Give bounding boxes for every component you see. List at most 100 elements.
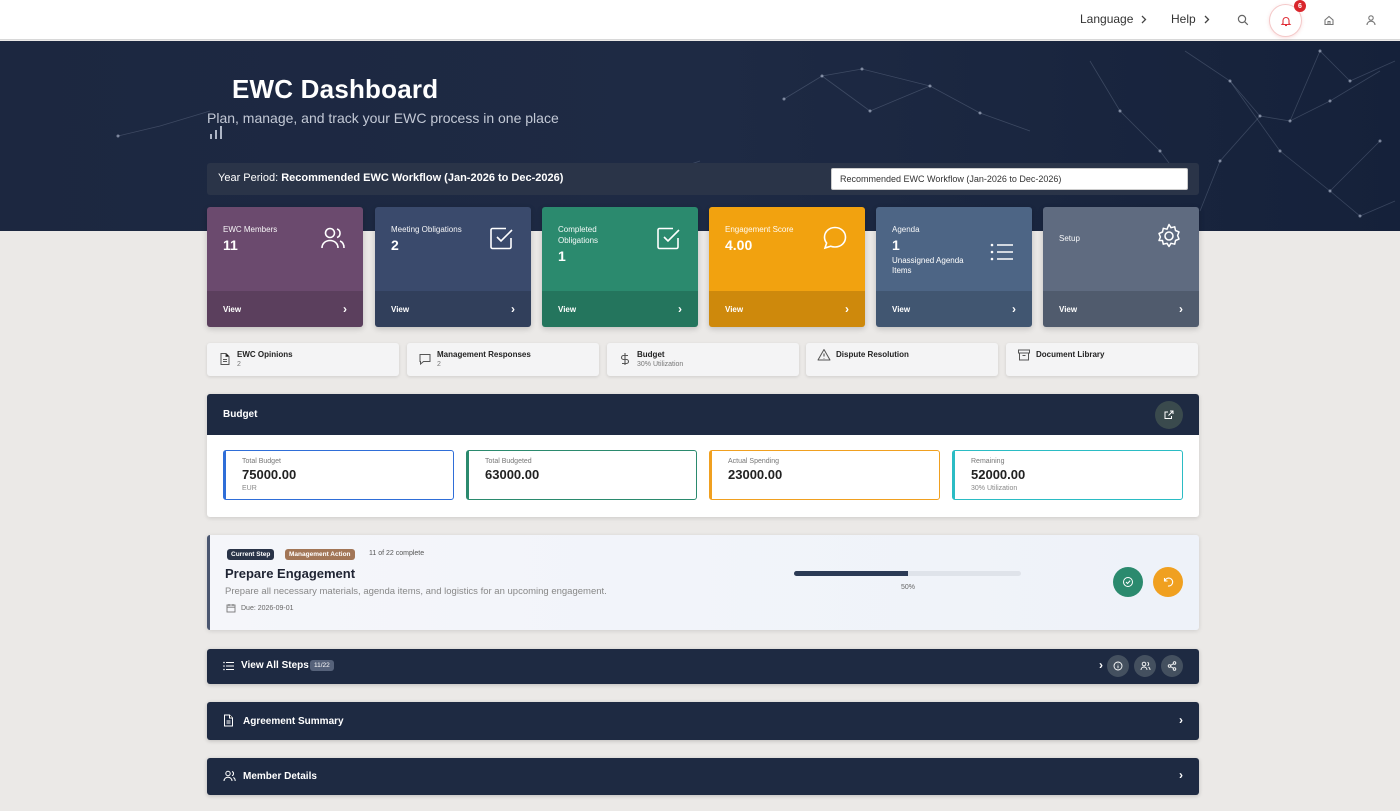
year-period-label: Year Period: Recommended EWC Workflow (J… xyxy=(218,172,563,184)
check-circle-icon xyxy=(1123,577,1133,587)
page-subtitle: Plan, manage, and track your EWC process… xyxy=(207,110,559,126)
members-button[interactable] xyxy=(1134,655,1156,677)
stat-label: Setup xyxy=(1059,234,1080,243)
chevron-right-icon xyxy=(1204,15,1210,23)
complete-step-button[interactable] xyxy=(1113,567,1143,597)
help-menu[interactable]: Help xyxy=(1171,12,1210,26)
budget-card-sub: 30% Utilization xyxy=(971,485,1018,492)
home-icon[interactable] xyxy=(1318,9,1340,31)
open-budget-button[interactable] xyxy=(1155,401,1183,429)
stat-view-button[interactable]: View › xyxy=(1043,291,1199,327)
budget-card-label: Total Budgeted xyxy=(485,458,532,465)
users-icon xyxy=(1140,661,1150,671)
notification-badge: 6 xyxy=(1294,0,1306,12)
member-details-accordion[interactable]: Member Details › xyxy=(207,758,1199,795)
step-progress-fill xyxy=(794,571,908,576)
stat-value: 2 xyxy=(391,237,399,253)
users-icon xyxy=(223,770,236,782)
budget-header: Budget xyxy=(207,394,1199,435)
quick-link-ewc-opinions[interactable]: EWC Opinions 2 xyxy=(207,343,399,376)
chevron-right-icon: › xyxy=(1179,768,1183,782)
share-button[interactable] xyxy=(1161,655,1183,677)
list-icon xyxy=(990,243,1013,261)
accordion-title: View All Steps xyxy=(241,660,309,671)
search-icon[interactable] xyxy=(1232,9,1254,31)
document-icon xyxy=(220,353,230,365)
notifications-button[interactable]: 6 xyxy=(1270,0,1306,36)
stat-value: 1 xyxy=(892,237,900,253)
quick-link-sub: 2 xyxy=(437,361,441,368)
info-icon xyxy=(1113,661,1123,671)
budget-card-label: Actual Spending xyxy=(728,458,779,465)
check-square-icon xyxy=(490,227,513,250)
stat-card-engagement-score: Engagement Score 4.00 View › xyxy=(709,207,865,327)
year-period-prefix: Year Period: xyxy=(218,172,279,184)
budget-card-value: 23000.00 xyxy=(728,467,783,482)
accordion-title: Agreement Summary xyxy=(243,716,344,727)
chevron-right-icon: › xyxy=(1099,658,1103,672)
step-due-date: Due: 2026-09-01 xyxy=(241,605,294,612)
stat-label: EWC Members xyxy=(223,225,278,234)
quick-link-sub: 2 xyxy=(237,361,241,368)
chevron-right-icon: › xyxy=(845,302,849,316)
budget-card-actual-spending: Actual Spending 23000.00 xyxy=(709,450,940,500)
user-icon[interactable] xyxy=(1360,9,1382,31)
budget-title: Budget xyxy=(223,409,258,420)
chevron-right-icon xyxy=(1141,15,1147,23)
quick-link-management-responses[interactable]: Management Responses 2 xyxy=(407,343,599,376)
revert-step-button[interactable] xyxy=(1153,567,1183,597)
stat-view-button[interactable]: View › xyxy=(876,291,1032,327)
quick-link-document-library[interactable]: Document Library xyxy=(1006,343,1198,376)
stat-view-button[interactable]: View › xyxy=(375,291,531,327)
chevron-right-icon: › xyxy=(1179,713,1183,727)
budget-card-total-budget: Total Budget 75000.00 EUR xyxy=(223,450,454,500)
year-period-select[interactable]: Recommended EWC Workflow (Jan-2026 to De… xyxy=(831,168,1188,190)
stat-view-button[interactable]: View › xyxy=(207,291,363,327)
stat-label: Agenda xyxy=(892,225,920,234)
document-icon xyxy=(224,714,233,727)
chevron-right-icon: › xyxy=(343,302,347,316)
top-navigation: Language Help 6 xyxy=(0,0,1400,40)
dashboard-hero: EWC Dashboard Plan, manage, and track yo… xyxy=(0,41,1400,231)
quick-link-title: Budget xyxy=(637,350,665,359)
step-name: Prepare Engagement xyxy=(225,566,356,581)
warning-icon xyxy=(817,349,831,361)
quick-link-title: Document Library xyxy=(1036,350,1105,359)
language-menu[interactable]: Language xyxy=(1080,12,1147,26)
chevron-right-icon: › xyxy=(1012,302,1016,316)
stat-value: 11 xyxy=(223,237,238,253)
step-progress-bar xyxy=(794,571,1021,576)
message-icon xyxy=(419,354,431,366)
stat-card-agenda: Agenda 1 Unassigned Agenda Items View › xyxy=(876,207,1032,327)
budget-card-label: Remaining xyxy=(971,458,1005,465)
stat-label: Completed Obligations xyxy=(558,225,599,245)
quick-link-budget[interactable]: Budget 30% Utilization xyxy=(607,343,799,376)
budget-panel: Budget Total Budget 75000.00 EUR Total B… xyxy=(207,394,1199,517)
view-all-steps-accordion[interactable]: View All Steps 11/22 › xyxy=(207,649,1199,684)
chevron-right-icon: › xyxy=(678,302,682,316)
list-icon xyxy=(223,661,234,671)
quick-link-title: Management Responses xyxy=(437,350,531,359)
check-square-icon xyxy=(657,227,680,250)
year-period-value: Recommended EWC Workflow (Jan-2026 to De… xyxy=(281,172,564,184)
stat-label: Engagement Score xyxy=(725,225,794,234)
current-step-badge: Current Step xyxy=(227,549,275,560)
info-button[interactable] xyxy=(1107,655,1129,677)
budget-card-label: Total Budget xyxy=(242,458,281,465)
stat-view-button[interactable]: View › xyxy=(542,291,698,327)
step-description: Prepare all necessary materials, agenda … xyxy=(225,586,607,597)
dollar-icon xyxy=(620,353,630,365)
steps-count-pill: 11/22 xyxy=(310,660,334,671)
view-label: View xyxy=(1059,305,1078,314)
stat-view-button[interactable]: View › xyxy=(709,291,865,327)
stat-sublabel: Unassigned Agenda Items xyxy=(892,256,964,275)
step-count: 11 of 22 complete xyxy=(369,550,425,557)
help-label: Help xyxy=(1171,12,1196,26)
quick-link-dispute-resolution[interactable]: Dispute Resolution xyxy=(806,343,998,376)
stat-card-setup: Setup View › xyxy=(1043,207,1199,327)
quick-link-sub: 30% Utilization xyxy=(637,361,684,368)
gear-icon xyxy=(1158,223,1180,248)
stat-card-completed-obligations: Completed Obligations 1 View › xyxy=(542,207,698,327)
agreement-summary-accordion[interactable]: Agreement Summary › xyxy=(207,702,1199,740)
archive-icon xyxy=(1018,349,1030,361)
